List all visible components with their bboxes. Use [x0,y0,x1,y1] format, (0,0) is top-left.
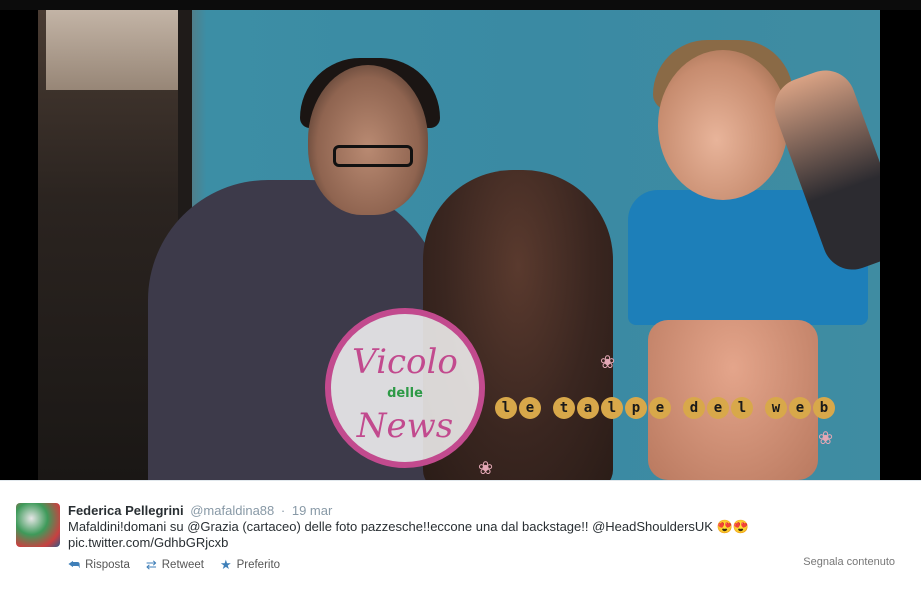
paw-icon: ❀ [600,352,616,372]
watermark-letter: p [625,397,647,419]
timestamp[interactable]: 19 mar [292,503,332,518]
watermark-letter: e [519,397,541,419]
tweet-text: Mafaldini!domani su @Grazia (cartaceo) d… [68,519,848,551]
watermark-letter: b [813,397,835,419]
tweet-card: Federica Pellegrini @mafaldina88 · 19 ma… [0,480,921,589]
man-head [308,65,428,215]
watermark-letter [543,397,551,423]
star-icon: ★ [219,557,232,572]
avatar[interactable] [16,503,60,547]
watermark-letter [755,397,763,423]
tweet-header: Federica Pellegrini @mafaldina88 · 19 ma… [68,503,332,518]
author-handle[interactable]: @mafaldina88 [190,503,274,518]
background-window [46,10,186,90]
reply-icon: ⮪ [68,557,81,572]
favorite-button[interactable]: ★ Preferito [220,557,280,573]
watermark-circle-top: Vicolo [352,342,458,382]
retweet-icon: ⇄ [145,557,157,572]
reply-button[interactable]: ⮪ Risposta [68,557,130,573]
watermark-talpe-del-web: letalpedelweb [495,397,835,423]
retweet-button[interactable]: ⇄ Retweet [146,557,204,573]
tweet-media-link[interactable]: pic.twitter.com/GdhbGRjcxb [68,535,228,550]
watermark-letter [673,397,681,423]
watermark-letter: w [765,397,787,419]
watermark-circle-bottom: News [356,406,454,446]
watermark-letter: e [789,397,811,419]
retweet-label: Retweet [161,559,204,571]
paw-icon: ❀ [818,428,834,448]
tweet-body: Mafaldini!domani su @Grazia (cartaceo) d… [68,519,749,534]
watermark-letter: t [553,397,575,419]
reply-label: Risposta [85,559,130,571]
woman-head [658,50,788,200]
top-strip [0,0,921,10]
paw-icon: ❀ [478,458,494,478]
favorite-label: Preferito [236,559,281,571]
separator: · [280,503,286,518]
watermark-vicolo-delle-news: Vicolo delle News [325,308,485,468]
tweet-actions: ⮪ Risposta ⇄ Retweet ★ Preferito [68,557,280,573]
watermark-letter: e [649,397,671,419]
watermark-letter: e [707,397,729,419]
watermark-letter: l [495,397,517,419]
author-name[interactable]: Federica Pellegrini [68,503,184,518]
man-glasses [333,145,413,167]
watermark-letter: l [601,397,623,419]
watermark-letter: l [731,397,753,419]
watermark-circle-mid: delle [387,386,423,401]
watermark-letter: d [683,397,705,419]
watermark-letter: a [577,397,599,419]
report-content-link[interactable]: Segnala contenuto [803,556,895,568]
